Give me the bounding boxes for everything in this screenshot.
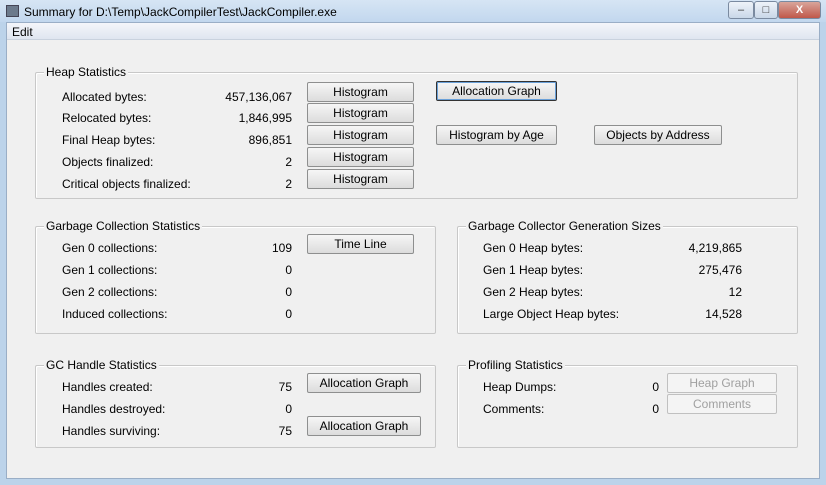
gen0-heap-bytes-label: Gen 0 Heap bytes: [483,241,584,255]
objects-by-address-button[interactable]: Objects by Address [594,125,722,145]
handles-created-value: 75 [278,380,292,394]
comments-label: Comments: [483,402,545,416]
objects-finalized-label: Objects finalized: [62,155,154,169]
heap-dumps-value: 0 [652,380,659,394]
gen0-heap-bytes-value: 4,219,865 [688,241,742,255]
induced-collections-value: 0 [285,307,292,321]
group-title: Garbage Collector Generation Sizes [466,219,663,233]
allocated-bytes-value: 457,136,067 [225,90,292,104]
gen1-heap-bytes-label: Gen 1 Heap bytes: [483,263,584,277]
menu-edit[interactable]: Edit [12,25,33,39]
gen0-collections-value: 109 [271,241,292,255]
histogram-by-age-button[interactable]: Histogram by Age [436,125,557,145]
gen2-collections-label: Gen 2 collections: [62,285,158,299]
handles-surviving-label: Handles surviving: [62,424,161,438]
objects-finalized-value: 2 [285,155,292,169]
group-title: Heap Statistics [44,65,129,79]
minimize-button[interactable]: – [728,1,754,19]
handles-destroyed-value: 0 [285,402,292,416]
comments-value: 0 [652,402,659,416]
gen1-collections-label: Gen 1 collections: [62,263,158,277]
heap-graph-button[interactable]: Heap Graph [667,373,777,393]
histogram-button[interactable]: Histogram [307,125,414,145]
critical-objects-finalized-value: 2 [285,177,292,191]
histogram-button[interactable]: Histogram [307,147,414,167]
group-title: Garbage Collection Statistics [44,219,203,233]
title-bar: Summary for D:\Temp\JackCompilerTest\Jac… [0,0,826,22]
close-button[interactable]: X [778,1,821,19]
gen0-collections-label: Gen 0 collections: [62,241,158,255]
final-heap-bytes-label: Final Heap bytes: [62,133,156,147]
handles-allocation-graph-button[interactable]: Allocation Graph [307,373,421,393]
relocated-bytes-value: 1,846,995 [238,111,292,125]
histogram-button[interactable]: Histogram [307,169,414,189]
allocation-graph-button[interactable]: Allocation Graph [436,81,557,101]
group-title: Profiling Statistics [466,358,565,372]
gen2-collections-value: 0 [285,285,292,299]
gen1-collections-value: 0 [285,263,292,277]
app-icon [6,5,19,17]
comments-button[interactable]: Comments [667,394,777,414]
critical-objects-finalized-label: Critical objects finalized: [62,177,191,191]
heap-dumps-label: Heap Dumps: [483,380,557,394]
loh-bytes-value: 14,528 [705,307,742,321]
handles-destroyed-label: Handles destroyed: [62,402,166,416]
final-heap-bytes-value: 896,851 [248,133,292,147]
induced-collections-label: Induced collections: [62,307,168,321]
histogram-button[interactable]: Histogram [307,103,414,123]
gen2-heap-bytes-value: 12 [728,285,742,299]
maximize-button[interactable]: □ [754,1,778,19]
gen2-heap-bytes-label: Gen 2 Heap bytes: [483,285,584,299]
histogram-button[interactable]: Histogram [307,82,414,102]
group-title: GC Handle Statistics [44,358,159,372]
gen1-heap-bytes-value: 275,476 [698,263,742,277]
menu-bar: Edit [7,23,819,40]
allocated-bytes-label: Allocated bytes: [62,90,147,104]
handles-created-label: Handles created: [62,380,153,394]
time-line-button[interactable]: Time Line [307,234,414,254]
loh-bytes-label: Large Object Heap bytes: [483,307,620,321]
client-area: Edit Heap Statistics Allocated bytes: 45… [6,22,820,479]
handles-surviving-value: 75 [278,424,292,438]
window-title: Summary for D:\Temp\JackCompilerTest\Jac… [24,5,337,19]
relocated-bytes-label: Relocated bytes: [62,111,152,125]
surviving-allocation-graph-button[interactable]: Allocation Graph [307,416,421,436]
